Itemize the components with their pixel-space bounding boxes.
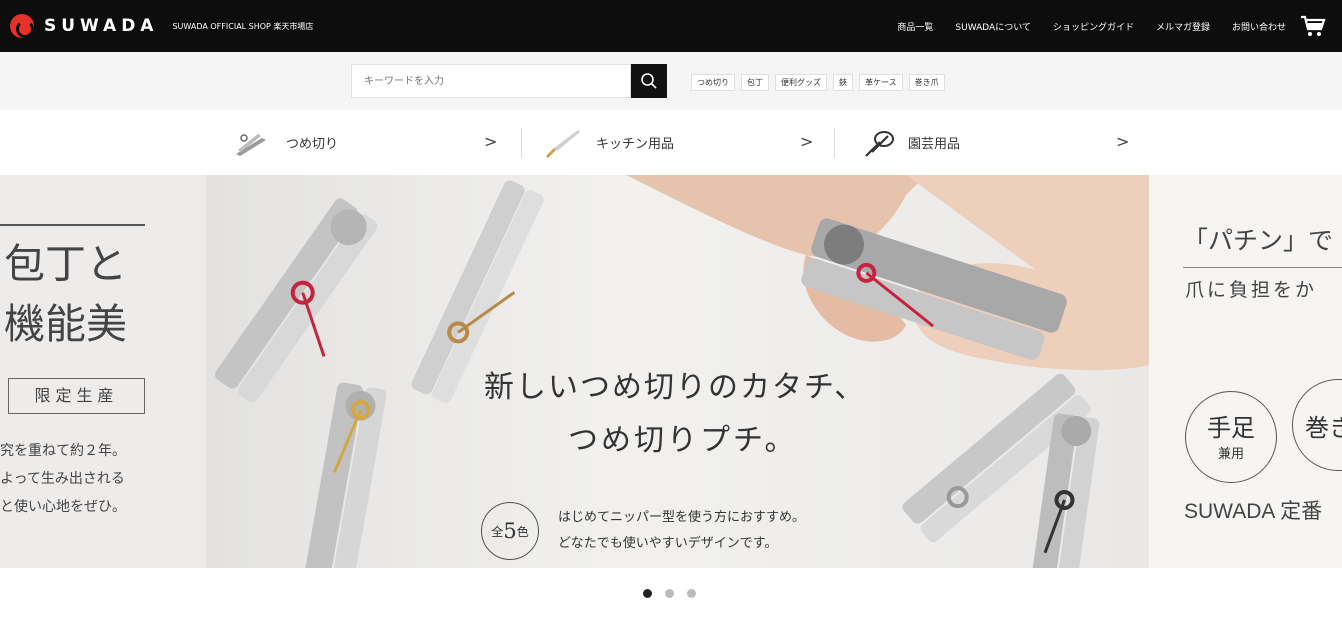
carousel-slide-active[interactable]: 新しいつめ切りのカタチ、 つめ切りプチ。 全 5 色 はじめてニッパー型を使う方…: [206, 175, 1149, 568]
divider: [521, 128, 522, 158]
category-label: つめ切り: [286, 137, 339, 152]
kitchen-knife-icon: [546, 129, 580, 158]
badge-prefix: 全: [491, 524, 504, 539]
tag-nail-clipper[interactable]: つめ切り: [691, 74, 735, 91]
slide-body-line2: よって生み出される: [0, 471, 125, 487]
tag-kitchen-knife[interactable]: 包丁: [741, 74, 769, 91]
top-nav: 商品一覧 SUWADAについて ショッピングガイド メルマガ登録 お問い合わせ: [897, 0, 1286, 52]
slide-title-line2: 機能美: [4, 300, 127, 348]
hero-headline-line1: 新しいつめ切りのカタチ、: [484, 370, 867, 405]
decorative-line: [1183, 267, 1342, 268]
decorative-line: [0, 224, 145, 226]
search-input[interactable]: [351, 64, 631, 98]
brand-logo[interactable]: SUWADA: [10, 14, 158, 38]
carousel-pagination: [643, 589, 696, 598]
carousel-dot-2[interactable]: [665, 589, 674, 598]
category-kitchen[interactable]: キッチン用品 >: [542, 110, 832, 175]
search-tags: つめ切り 包丁 便利グッズ 鋏 革ケース 巻き爪: [691, 74, 945, 91]
color-count-badge: 全 5 色: [481, 502, 539, 560]
chevron-right-icon: >: [800, 132, 814, 151]
circle-main-label: 手足: [1207, 414, 1255, 442]
divider: [834, 128, 835, 158]
hero-carousel: 包丁と 機能美 限定生産 究を重ねて約２年。 よって生み出される と使い心地をぜ…: [0, 175, 1342, 568]
slide-footer-text: SUWADA 定番: [1184, 500, 1323, 523]
badge-suffix: 色: [516, 524, 529, 539]
nail-clipper-icon: [236, 133, 266, 156]
nav-item-contact[interactable]: お問い合わせ: [1232, 20, 1286, 33]
category-label: 園芸用品: [908, 137, 961, 152]
slide-title: 「パチン」で: [1183, 226, 1334, 255]
feature-circle-hands-feet: 手足 兼用: [1185, 391, 1277, 483]
search-icon: [641, 73, 657, 89]
feature-circle-ingrown: 巻き: [1292, 379, 1342, 471]
chevron-right-icon: >: [1116, 132, 1130, 151]
nail-clipper-gold-bottom: [304, 382, 387, 568]
cart-button[interactable]: [1300, 14, 1326, 38]
hero-headline-line2: つめ切りプチ。: [568, 423, 798, 458]
carousel-slide-next[interactable]: 「パチン」で 爪に負担をか 手足 兼用 巻き SUWADA 定番: [1149, 175, 1342, 568]
slide-body-line3: と使い心地をぜひ。: [0, 499, 126, 515]
nav-item-newsletter[interactable]: メルマガ登録: [1156, 20, 1210, 33]
chevron-right-icon: >: [484, 132, 498, 151]
search-bar-row: つめ切り 包丁 便利グッズ 鋏 革ケース 巻き爪: [0, 52, 1342, 110]
category-gardening[interactable]: 園芸用品 >: [860, 110, 1150, 175]
carousel-dot-1[interactable]: [643, 589, 652, 598]
circle-main-label: 巻き: [1305, 414, 1342, 442]
tag-ingrown-nail[interactable]: 巻き爪: [908, 74, 945, 91]
category-nail-clipper[interactable]: つめ切り >: [232, 110, 522, 175]
nav-item-shopping-guide[interactable]: ショッピングガイド: [1053, 20, 1134, 33]
garden-shears-icon: [865, 130, 894, 157]
nav-item-about[interactable]: SUWADAについて: [955, 20, 1031, 33]
suwada-logo-icon: [10, 14, 34, 38]
limited-badge: 限定生産: [8, 378, 145, 414]
tag-leather-case[interactable]: 革ケース: [859, 74, 903, 91]
slide-subtitle: 爪に負担をか: [1185, 279, 1318, 301]
badge-number: 5: [503, 519, 517, 543]
nail-clipper-red: [214, 198, 378, 403]
hero-sub-line2: どなたでも使いやすいデザインです。: [558, 536, 778, 551]
carousel-slide-prev[interactable]: 包丁と 機能美 限定生産 究を重ねて約２年。 よって生み出される と使い心地をぜ…: [0, 175, 206, 568]
nav-item-products[interactable]: 商品一覧: [897, 20, 933, 33]
tag-useful-goods[interactable]: 便利グッズ: [775, 74, 827, 91]
top-navigation-bar: SUWADA SUWADA OFFICIAL SHOP 楽天市場店 商品一覧 S…: [0, 0, 1342, 52]
slide-title-line1: 包丁と: [4, 240, 127, 288]
category-row: つめ切り > キッチン用品 > 園芸用品 >: [0, 110, 1342, 175]
slide-body-line1: 究を重ねて約２年。: [0, 443, 126, 459]
circle-sub-label: 兼用: [1217, 447, 1244, 462]
category-label: キッチン用品: [596, 137, 675, 152]
cart-icon: [1301, 15, 1326, 36]
hero-sub-line1: はじめてニッパー型を使う方におすすめ。: [558, 510, 806, 525]
shop-name: SUWADA OFFICIAL SHOP 楽天市場店: [172, 21, 314, 31]
carousel-dot-3[interactable]: [687, 589, 696, 598]
tag-scissors[interactable]: 鋏: [833, 74, 853, 91]
search-button[interactable]: [631, 64, 667, 98]
brand-name: SUWADA: [44, 16, 159, 36]
